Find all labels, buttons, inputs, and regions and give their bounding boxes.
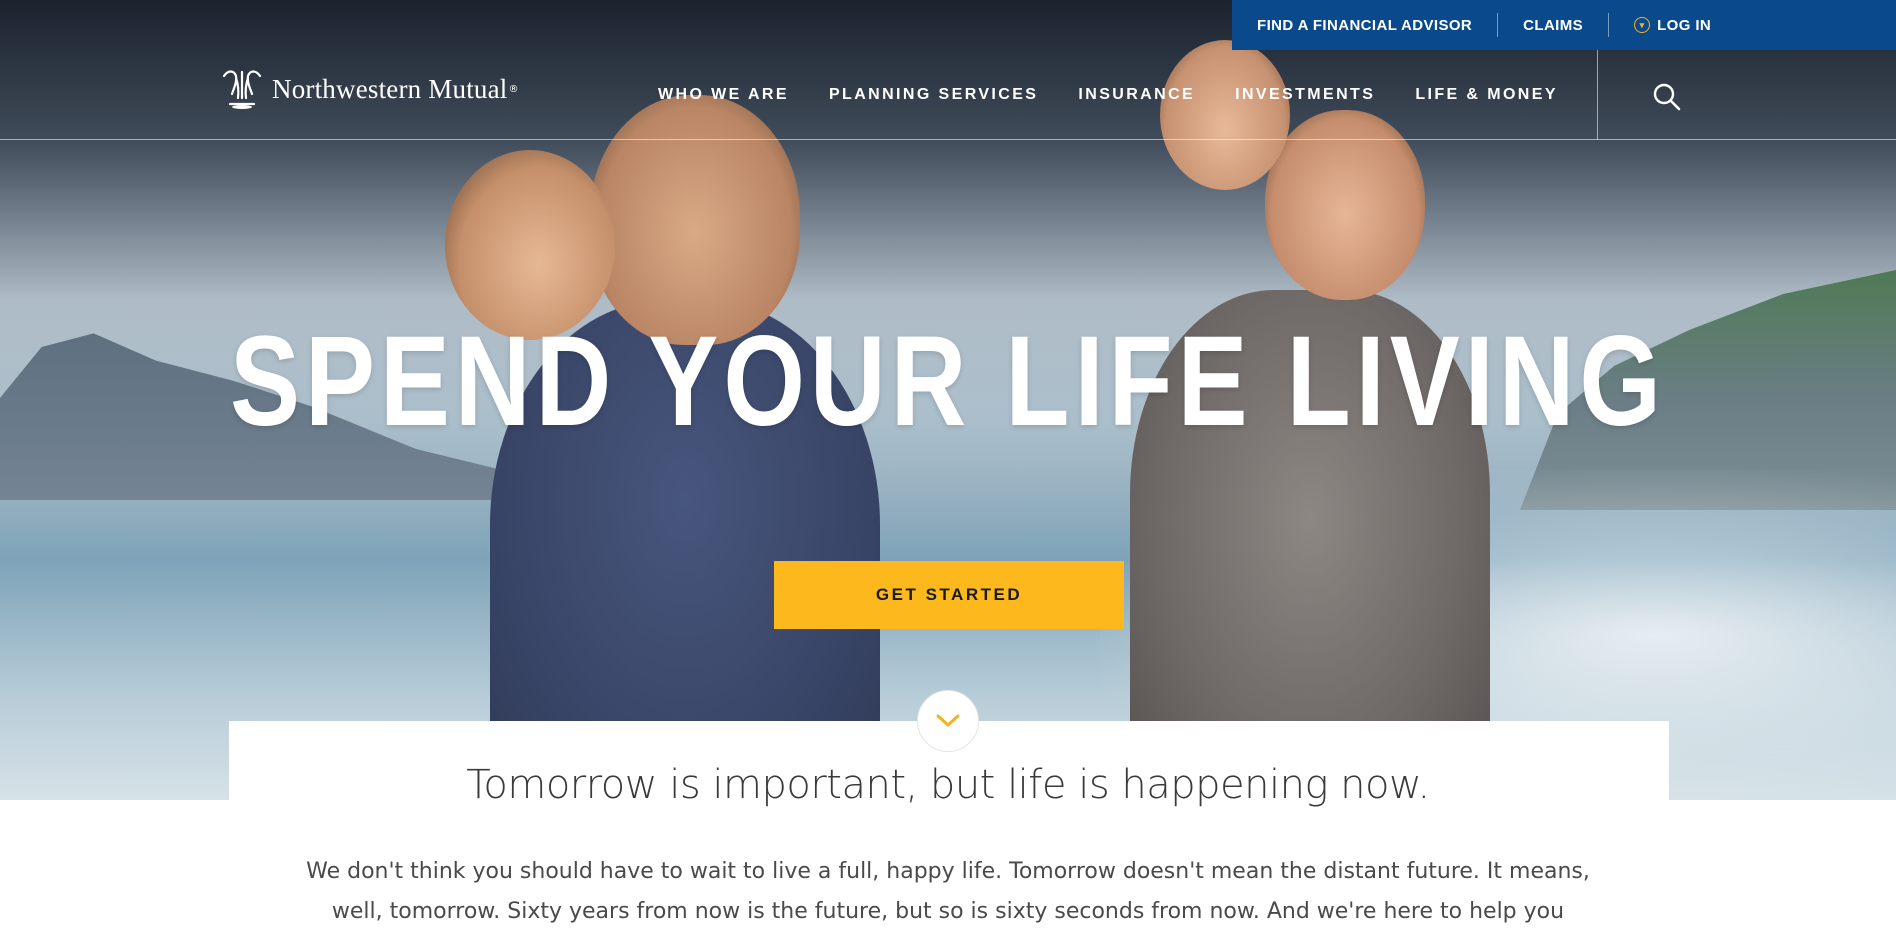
nav-who-we-are[interactable]: WHO WE ARE: [658, 86, 789, 104]
nav-investments[interactable]: INVESTMENTS: [1235, 86, 1375, 104]
nav-planning-services[interactable]: PLANNING SERVICES: [829, 86, 1038, 104]
brand-registered-mark: ®: [508, 83, 519, 95]
chevron-down-circle-icon: ▾: [1634, 17, 1651, 33]
brand-name: Northwestern Mutual: [272, 73, 508, 104]
find-advisor-link[interactable]: FIND A FINANCIAL ADVISOR: [1232, 17, 1497, 34]
primary-nav: WHO WE ARE PLANNING SERVICES INSURANCE I…: [658, 50, 1598, 140]
logo-mark-icon: [222, 70, 262, 109]
section-heading: Tomorrow is important, but life is happe…: [466, 762, 1430, 808]
nav-insurance[interactable]: INSURANCE: [1078, 86, 1195, 104]
nav-life-and-money[interactable]: LIFE & MONEY: [1415, 86, 1558, 104]
scroll-down-button[interactable]: [917, 690, 979, 752]
chevron-down-icon: [936, 714, 960, 727]
section-body-text: We don't think you should have to wait t…: [306, 859, 1590, 941]
search-button[interactable]: [1652, 82, 1682, 112]
search-icon: [1653, 83, 1681, 111]
nav-divider: [1597, 50, 1598, 140]
login-link[interactable]: ▾ LOG IN: [1609, 17, 1736, 34]
brand-logo[interactable]: Northwestern Mutual ®: [218, 68, 519, 110]
claims-link[interactable]: CLAIMS: [1498, 17, 1608, 34]
get-started-button[interactable]: GET STARTED: [774, 561, 1124, 629]
hero-headline: SPEND YOUR LIFE LIVING: [230, 310, 1666, 453]
utility-bar: FIND A FINANCIAL ADVISOR CLAIMS ▾ LOG IN: [1232, 0, 1896, 50]
login-label: LOG IN: [1657, 16, 1712, 34]
main-nav: Northwestern Mutual ® WHO WE ARE PLANNING…: [0, 50, 1896, 140]
